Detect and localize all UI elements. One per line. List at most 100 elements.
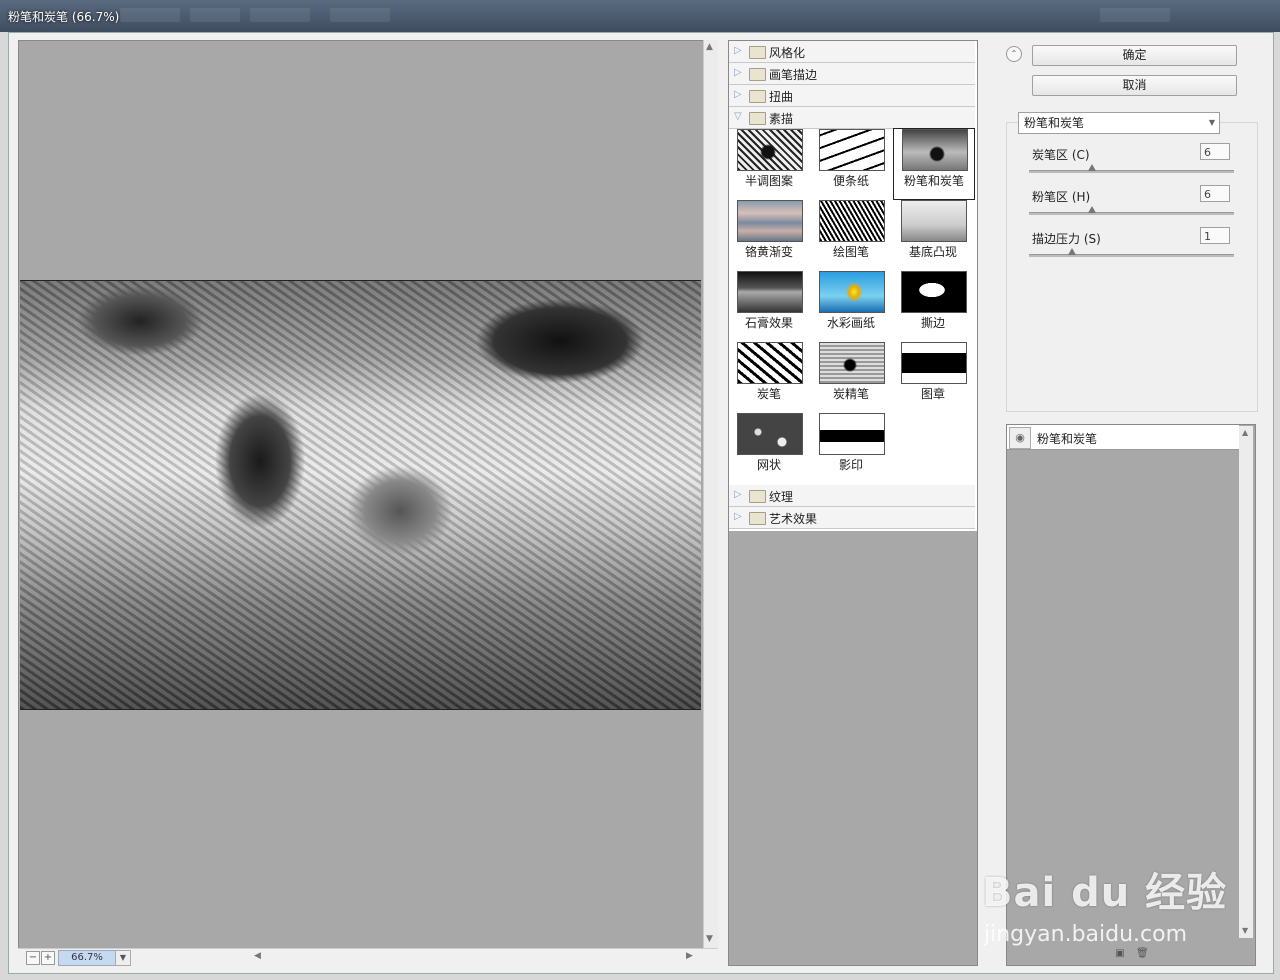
filter-preview-image [901,271,967,313]
filter-thumb-conte-crayon[interactable]: 炭精笔 [811,342,891,412]
expand-arrow-icon[interactable]: ▷ [734,45,742,56]
folder-icon [749,90,766,103]
zoom-level-field[interactable]: 66.7% [58,950,116,966]
filter-thumb-chrome[interactable]: 铬黄渐变 [729,200,809,270]
category-brush-strokes[interactable]: ▷ 画笔描边 [729,63,975,85]
preview-image [20,280,701,710]
param-stroke-pressure: 描边压力 (S) 1 [1029,227,1234,270]
category-artistic[interactable]: ▷ 艺术效果 [729,507,975,529]
filter-label: 网状 [756,458,781,472]
trash-icon[interactable]: 🗑 [1136,948,1149,960]
expand-arrow-icon[interactable]: ▷ [734,67,742,78]
param-label: 粉笔区 (H) [1032,190,1091,204]
param-slider-track[interactable] [1029,170,1234,173]
filter-thumb-photocopy[interactable]: 影印 [811,413,891,483]
filter-label: 基底凸现 [908,245,957,259]
param-value-input[interactable]: 6 [1200,185,1230,202]
category-label: 画笔描边 [769,68,818,82]
filter-thumb-note-paper[interactable]: 便条纸 [811,129,891,199]
category-label: 风格化 [769,46,806,60]
filter-preview-image [819,413,885,455]
filter-label: 粉笔和炭笔 [903,174,964,188]
collapse-gallery-icon[interactable]: ⌃ [1006,46,1022,62]
filter-label: 水彩画纸 [826,316,875,330]
category-label: 扭曲 [769,90,794,104]
filter-thumb-halftone[interactable]: 半调图案 [729,129,809,199]
filter-preview-image [737,342,803,384]
category-label: 素描 [769,112,794,126]
ok-button[interactable]: 确定 [1032,45,1237,66]
filter-preview-image [902,129,968,171]
cancel-button[interactable]: 取消 [1032,75,1237,96]
param-charcoal-area: 炭笔区 (C) 6 [1029,143,1234,186]
scroll-left-arrow-icon[interactable]: ◀ [254,951,261,961]
filter-label: 炭笔 [756,387,781,401]
filter-preview-image [819,200,885,242]
new-effect-layer-icon[interactable]: ▣ [1114,948,1126,960]
filter-select-dropdown[interactable]: 粉笔和炭笔 ▼ [1018,112,1220,134]
param-slider-knob[interactable] [1088,164,1096,171]
filter-thumb-torn-edges[interactable]: 撕边 [893,271,973,341]
filter-label: 绘图笔 [832,245,869,259]
category-stylize[interactable]: ▷ 风格化 [729,41,975,63]
category-label: 纹理 [769,490,794,504]
filter-category-list: ▷ 风格化 ▷ 画笔描边 ▷ 扭曲 ▽ 素描 半调图案 便条纸 粉笔和炭笔 铬黄… [729,41,977,531]
filter-thumb-chalk-charcoal[interactable]: 粉笔和炭笔 [893,128,975,200]
window-title: 粉笔和炭笔 (66.7%) [8,10,120,24]
zoom-dropdown-icon[interactable]: ▼ [115,950,131,966]
expand-arrow-icon[interactable]: ▷ [734,511,742,522]
open-folder-icon [749,112,766,125]
scroll-down-arrow-icon[interactable]: ▼ [706,934,713,944]
zoom-in-button[interactable]: + [41,951,55,965]
filter-preview-image [737,413,803,455]
filter-preview-image [819,271,885,313]
preview-horizontal-scrollbar[interactable]: ◀ ▶ [254,951,694,963]
param-value-input[interactable]: 6 [1200,143,1230,160]
filter-label: 半调图案 [744,174,793,188]
zoom-out-button[interactable]: − [26,951,40,965]
title-bar: 粉笔和炭笔 (66.7%) [0,0,1280,32]
layers-scrollbar[interactable]: ▲ ▼ [1239,426,1253,938]
param-slider-knob[interactable] [1068,248,1076,255]
filter-thumb-plaster[interactable]: 石膏效果 [729,271,809,341]
scroll-right-arrow-icon[interactable]: ▶ [686,951,693,961]
param-value-input[interactable]: 1 [1200,227,1230,244]
watermark-logo: Bai du 经验 [982,870,1228,916]
preview-vertical-scrollbar[interactable]: ▲ ▼ [703,40,718,948]
filter-preview-image [819,342,885,384]
filter-label: 便条纸 [832,174,869,188]
param-slider-track[interactable] [1029,212,1234,215]
menu-ghost [250,8,310,22]
menu-ghost [190,8,240,22]
folder-icon [749,512,766,525]
category-sketch[interactable]: ▽ 素描 [729,107,975,129]
param-slider-knob[interactable] [1088,206,1096,213]
eye-icon[interactable]: ◉ [1009,427,1031,449]
expand-arrow-icon[interactable]: ▷ [734,89,742,100]
category-texture[interactable]: ▷ 纹理 [729,485,975,507]
effect-layer-row[interactable]: ◉ 粉笔和炭笔 [1007,425,1239,450]
filter-thumb-reticulation[interactable]: 网状 [729,413,809,483]
filter-preview-image [737,200,803,242]
filter-thumb-water-paper[interactable]: 水彩画纸 [811,271,891,341]
filter-label: 铬黄渐变 [744,245,793,259]
category-distort[interactable]: ▷ 扭曲 [729,85,975,107]
scroll-down-arrow-icon[interactable]: ▼ [1242,926,1248,935]
filter-label: 图章 [920,387,945,401]
filter-thumb-stamp[interactable]: 图章 [893,342,973,412]
scroll-up-arrow-icon[interactable]: ▲ [706,42,713,52]
filter-thumb-charcoal[interactable]: 炭笔 [729,342,809,412]
param-slider-track[interactable] [1029,254,1234,257]
filter-label: 石膏效果 [744,316,793,330]
collapse-arrow-icon[interactable]: ▽ [734,111,742,122]
scroll-up-arrow-icon[interactable]: ▲ [1242,428,1248,437]
expand-arrow-icon[interactable]: ▷ [734,489,742,500]
menu-ghost [330,8,390,22]
filter-thumb-graphic-pen[interactable]: 绘图笔 [811,200,891,270]
watermark-url: jingyan.baidu.com [984,922,1188,947]
filter-thumb-bas-relief[interactable]: 基底凸现 [893,200,973,270]
param-label: 炭笔区 (C) [1032,148,1090,162]
preview-zoom-bar: − + 66.7% ▼ ◀ ▶ [18,948,718,967]
folder-icon [749,68,766,81]
filter-gallery-panel: ▷ 风格化 ▷ 画笔描边 ▷ 扭曲 ▽ 素描 半调图案 便条纸 粉笔和炭笔 铬黄… [728,40,978,966]
